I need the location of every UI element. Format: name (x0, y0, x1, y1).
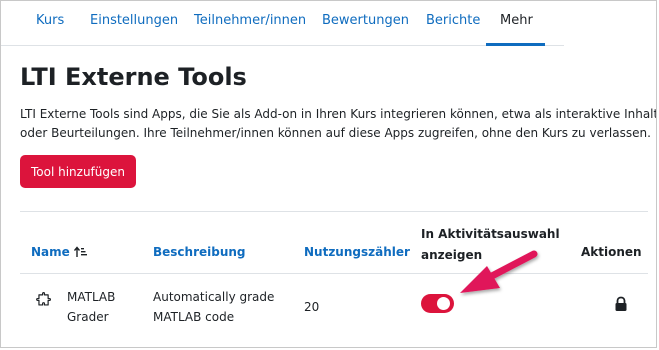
puzzle-piece-icon (36, 292, 51, 306)
tab-einstellungen[interactable]: Einstellungen (90, 1, 178, 45)
intro-text: LTI Externe Tools sind Apps, die Sie als… (20, 105, 657, 143)
table-header-border (20, 273, 648, 274)
intro-text-line-2: oder Beurteilungen. Ihre Teilnehmer/inne… (20, 126, 651, 140)
column-header-show-in-chooser: In Aktivitätsauswahl anzeigen (421, 224, 560, 266)
show-in-activity-chooser-toggle[interactable] (421, 294, 454, 313)
table-top-border (20, 211, 648, 212)
tool-description: Automatically grade MATLAB code (153, 287, 274, 327)
column-header-name[interactable]: Name (31, 245, 88, 259)
secondary-navigation: Kurs Einstellungen Teilnehmer/innen Bewe… (1, 1, 564, 46)
column-header-show-line-2: anzeigen (421, 248, 483, 262)
tools-table: Name Beschreibung Nutzungszähler In Akti… (20, 211, 648, 347)
column-header-actions: Aktionen (581, 245, 642, 259)
tool-usage-count: 20 (304, 300, 320, 314)
page-frame: Kurs Einstellungen Teilnehmer/innen Bewe… (0, 0, 657, 348)
tab-berichte[interactable]: Berichte (426, 1, 480, 45)
column-header-description[interactable]: Beschreibung (153, 245, 246, 259)
tool-description-line-2: MATLAB code (153, 310, 235, 324)
tool-name-line-1: MATLAB (67, 290, 116, 304)
tool-name-line-2: Grader (67, 310, 109, 324)
intro-text-line-1: LTI Externe Tools sind Apps, die Sie als… (20, 107, 657, 121)
tab-bewertungen[interactable]: Bewertungen (322, 1, 409, 45)
page-title: LTI Externe Tools (20, 63, 247, 91)
toggle-knob (437, 297, 450, 310)
tab-mehr[interactable]: Mehr (500, 1, 533, 45)
column-header-show-line-1: In Aktivitätsauswahl (421, 227, 560, 241)
active-tab-indicator (486, 43, 545, 46)
column-header-name-label: Name (31, 245, 70, 259)
lock-icon (615, 296, 627, 311)
tool-name: MATLAB Grader (67, 287, 115, 327)
add-tool-button[interactable]: Tool hinzufügen (20, 155, 136, 188)
tab-kurs[interactable]: Kurs (36, 1, 64, 45)
tab-teilnehmer[interactable]: Teilnehmer/innen (194, 1, 306, 45)
sort-ascending-icon (73, 246, 87, 257)
tool-description-line-1: Automatically grade (153, 290, 275, 304)
column-header-usage[interactable]: Nutzungszähler (304, 245, 410, 259)
